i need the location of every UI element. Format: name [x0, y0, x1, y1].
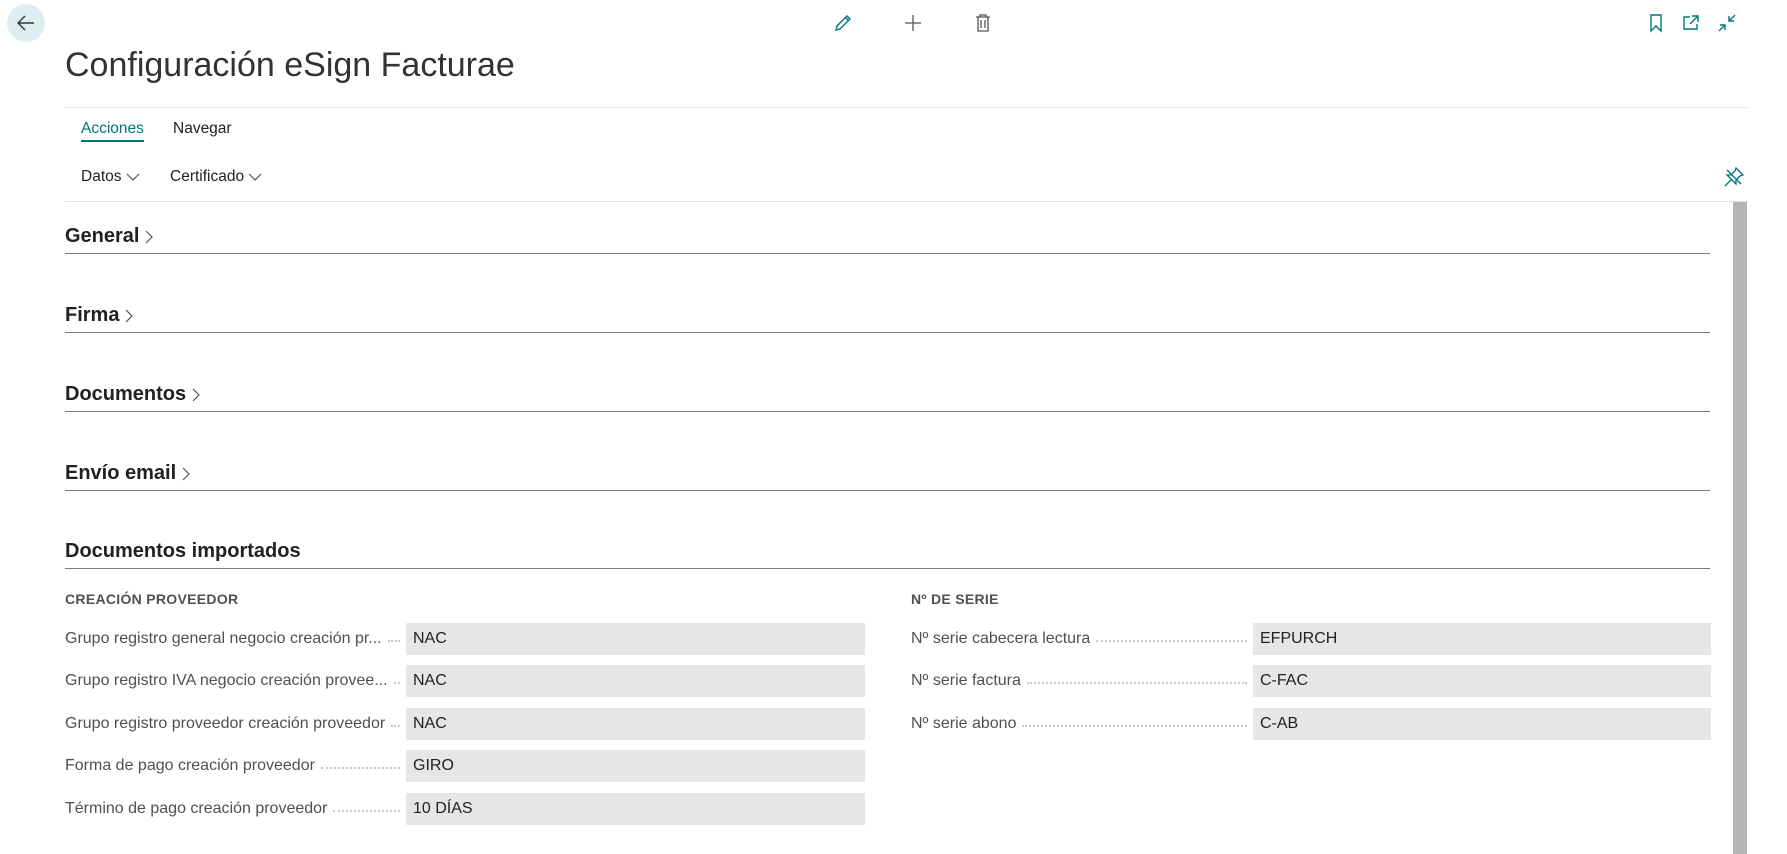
- datos-menu[interactable]: Datos: [81, 168, 140, 186]
- delete-button[interactable]: [970, 10, 996, 36]
- collapse-button[interactable]: [1714, 10, 1740, 36]
- section-envio-email[interactable]: Envío email: [65, 440, 1710, 491]
- field-value-input[interactable]: EFPURCH: [1253, 623, 1711, 655]
- add-icon: [905, 15, 921, 31]
- datos-menu-label: Datos: [81, 168, 122, 185]
- chevron-down-icon: [248, 173, 262, 181]
- open-new-window-button[interactable]: [1678, 10, 1704, 36]
- chevron-right-icon: [126, 309, 134, 322]
- field-value-input[interactable]: C-FAC: [1253, 665, 1711, 697]
- certificado-menu[interactable]: Certificado: [170, 168, 262, 186]
- collapse-icon: [1718, 14, 1736, 32]
- vertical-scrollbar[interactable]: [1733, 202, 1747, 854]
- field-label: Grupo registro IVA negocio creación prov…: [65, 672, 394, 690]
- field-label: Nº serie factura: [911, 672, 1027, 690]
- section-documentos-importados-label: Documentos importados: [65, 540, 301, 562]
- group-title-creacion-proveedor: CREACIÓN PROVEEDOR: [65, 591, 239, 607]
- group-title-numero-serie: Nº DE SERIE: [911, 591, 999, 607]
- field-value-input[interactable]: NAC: [406, 623, 865, 655]
- tab-navegar[interactable]: Navegar: [173, 120, 232, 138]
- section-envio-email-label: Envío email: [65, 462, 177, 484]
- field-value-input[interactable]: C-AB: [1253, 708, 1711, 740]
- field-value-input[interactable]: NAC: [406, 665, 865, 697]
- field-termino-de-pago: Término de pago creación proveedor 10 DÍ…: [65, 793, 865, 825]
- section-firma[interactable]: Firma: [65, 282, 1710, 333]
- section-documentos[interactable]: Documentos: [65, 361, 1710, 412]
- section-documentos-importados[interactable]: Documentos importados: [65, 518, 1710, 569]
- section-firma-label: Firma: [65, 304, 120, 326]
- edit-button[interactable]: [830, 10, 856, 36]
- field-serie-abono: Nº serie abono C-AB: [911, 708, 1711, 740]
- field-label: Grupo registro proveedor creación provee…: [65, 715, 392, 733]
- field-serie-factura: Nº serie factura C-FAC: [911, 665, 1711, 697]
- bookmark-icon: [1650, 14, 1662, 33]
- field-grupo-registro-general-negocio: Grupo registro general negocio creación …: [65, 623, 865, 655]
- section-documentos-label: Documentos: [65, 383, 187, 405]
- field-label: Nº serie abono: [911, 715, 1023, 733]
- field-label: Grupo registro general negocio creación …: [65, 630, 388, 648]
- field-forma-de-pago: Forma de pago creación proveedor GIRO: [65, 750, 865, 782]
- toolbar-divider: [65, 201, 1747, 202]
- field-grupo-registro-proveedor: Grupo registro proveedor creación provee…: [65, 708, 865, 740]
- tab-acciones[interactable]: Acciones: [81, 120, 144, 142]
- pin-icon: [1724, 166, 1745, 187]
- field-value-input[interactable]: 10 DÍAS: [406, 793, 865, 825]
- pin-action-bar-button[interactable]: [1723, 166, 1747, 190]
- field-label: Nº serie cabecera lectura: [911, 630, 1097, 648]
- field-grupo-registro-iva-negocio: Grupo registro IVA negocio creación prov…: [65, 665, 865, 697]
- field-value-input[interactable]: NAC: [406, 708, 865, 740]
- back-button[interactable]: [7, 4, 45, 42]
- section-general-label: General: [65, 225, 140, 247]
- field-value-input[interactable]: GIRO: [406, 750, 865, 782]
- open-new-window-icon: [1683, 15, 1699, 30]
- page-title: Configuración eSign Facturae: [65, 46, 515, 84]
- field-label: Término de pago creación proveedor: [65, 800, 334, 818]
- delete-icon: [976, 14, 990, 32]
- chevron-right-icon: [146, 230, 154, 243]
- certificado-menu-label: Certificado: [170, 168, 245, 185]
- edit-icon: [835, 15, 851, 31]
- field-serie-cabecera-lectura: Nº serie cabecera lectura EFPURCH: [911, 623, 1711, 655]
- back-arrow-icon: [17, 15, 34, 31]
- bookmark-button[interactable]: [1643, 10, 1669, 36]
- chevron-down-icon: [126, 173, 139, 181]
- field-label: Forma de pago creación proveedor: [65, 757, 321, 775]
- chevron-right-icon: [182, 467, 191, 480]
- new-button[interactable]: [900, 10, 926, 36]
- title-divider: [65, 107, 1747, 108]
- chevron-right-icon: [192, 388, 200, 401]
- section-general[interactable]: General: [65, 203, 1710, 254]
